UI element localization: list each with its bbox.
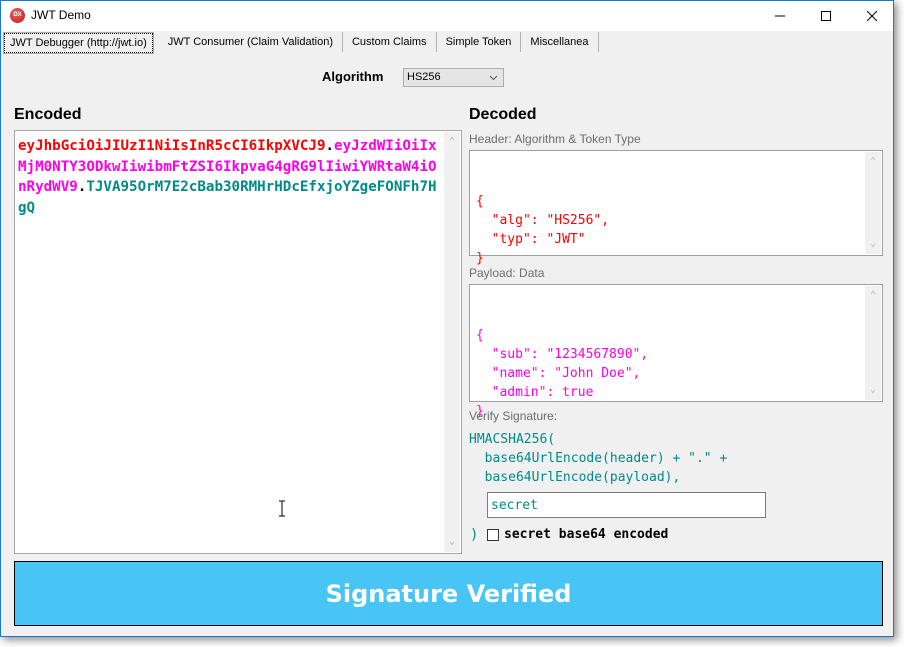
- encoded-token-textarea[interactable]: eyJhbGciOiJIUzI1NiIsInR5cCI6IkpXVCJ9.eyJ…: [14, 130, 462, 554]
- decoded-header-textarea[interactable]: { "alg": "HS256", "typ": "JWT" } ⌃ ⌄: [469, 150, 883, 266]
- scroll-up-icon[interactable]: ⌃: [865, 154, 881, 170]
- encoded-header-part: eyJhbGciOiJIUzI1NiIsInR5cCI6IkpXVCJ9: [18, 138, 326, 154]
- text-cursor-icon: [279, 500, 285, 517]
- tab-jwt-consumer[interactable]: JWT Consumer (Claim Validation): [159, 32, 343, 52]
- app-window: DX JWT Demo JWT Debugger (http://jwt.io)…: [0, 0, 894, 637]
- payload-scrollbar[interactable]: ⌃ ⌄: [865, 286, 881, 400]
- scroll-down-icon[interactable]: ⌄: [865, 382, 881, 398]
- scroll-down-icon[interactable]: ⌄: [865, 236, 881, 252]
- app-logo-icon: DX: [10, 8, 25, 23]
- signature-status-text: Signature Verified: [325, 579, 572, 608]
- window-title: JWT Demo: [31, 8, 91, 22]
- tab-simple-token[interactable]: Simple Token: [437, 32, 522, 52]
- tab-miscellanea[interactable]: Miscellanea: [521, 32, 599, 52]
- algorithm-selected-value: HS256: [407, 71, 441, 83]
- scroll-down-icon[interactable]: ⌄: [444, 534, 460, 550]
- header-scrollbar[interactable]: ⌃ ⌄: [865, 152, 881, 254]
- tab-jwt-debugger[interactable]: JWT Debugger (http://jwt.io): [3, 32, 154, 54]
- chevron-down-icon: [489, 69, 498, 92]
- encoded-separator: .: [325, 138, 335, 154]
- decoded-heading: Decoded: [469, 106, 537, 123]
- minimize-icon: [775, 15, 785, 17]
- tab-custom-claims[interactable]: Custom Claims: [343, 32, 437, 52]
- hmac-close-paren: ): [470, 527, 479, 543]
- encoded-heading: Encoded: [14, 106, 82, 123]
- close-icon: [867, 11, 877, 21]
- verify-signature-label: Verify Signature:: [469, 409, 558, 423]
- header-section-label: Header: Algorithm & Token Type: [469, 132, 641, 146]
- decoded-payload-textarea[interactable]: { "sub": "1234567890", "name": "John Doe…: [469, 284, 883, 419]
- signature-status-banner: Signature Verified: [14, 561, 883, 626]
- tab-bar: JWT Debugger (http://jwt.io) JWT Consume…: [3, 32, 599, 54]
- scroll-up-icon[interactable]: ⌃: [865, 288, 881, 304]
- scroll-up-icon[interactable]: ⌃: [444, 134, 460, 150]
- algorithm-label: Algorithm: [322, 69, 384, 84]
- algorithm-select[interactable]: HS256: [403, 68, 504, 87]
- maximize-icon: [821, 11, 831, 21]
- encoded-scrollbar[interactable]: ⌃ ⌄: [444, 132, 460, 552]
- close-button[interactable]: [849, 1, 895, 31]
- secret-base64-checkbox[interactable]: [487, 529, 499, 541]
- secret-base64-checkbox-label[interactable]: secret base64 encoded: [504, 527, 668, 542]
- minimize-button[interactable]: [757, 1, 803, 31]
- hmac-formula: HMACSHA256( base64UrlEncode(header) + ".…: [469, 432, 728, 485]
- title-bar: DX JWT Demo: [1, 1, 893, 31]
- decoded-header-json: { "alg": "HS256", "typ": "JWT" }: [476, 194, 610, 266]
- payload-section-label: Payload: Data: [469, 266, 545, 280]
- decoded-payload-json: { "sub": "1234567890", "name": "John Doe…: [476, 328, 649, 419]
- secret-input[interactable]: [487, 492, 766, 518]
- maximize-button[interactable]: [803, 1, 849, 31]
